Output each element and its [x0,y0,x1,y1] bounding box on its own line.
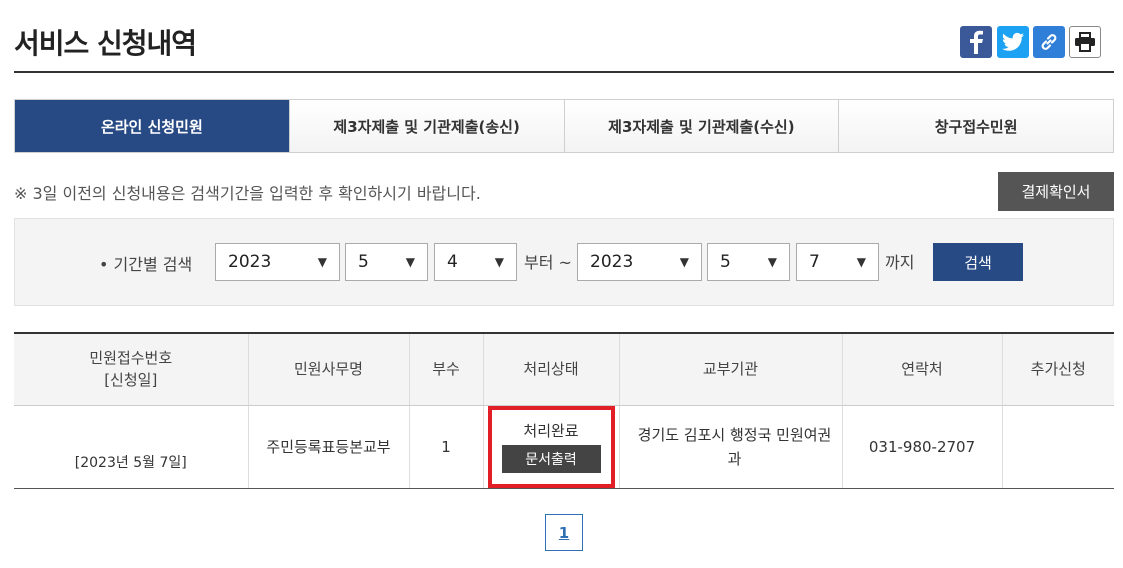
pagination-page-1[interactable]: 1 [545,514,583,551]
page-title: 서비스 신청내역 [14,27,197,60]
chevron-down-icon: ▼ [494,255,504,269]
from-suffix-text: 부터 ~ [524,253,572,272]
title-divider [14,71,1114,73]
from-day-select[interactable]: 4 ▼ [434,243,517,281]
to-suffix-text: 까지 [885,253,915,272]
print-icon [1075,32,1095,52]
tab-counter-application[interactable]: 창구접수민원 [838,100,1113,152]
status-highlight-box: 처리완료 문서출력 [487,405,615,488]
tab-third-party-received[interactable]: 제3자제출 및 기관제출(수신) [563,100,839,152]
twitter-share-button[interactable] [997,26,1029,58]
twitter-icon [1002,32,1024,51]
cell-status: 처리완료 문서출력 [482,405,619,489]
cell-issuing-org: 경기도 김포시 행정국 민원여권과 [618,405,842,489]
from-month-value: 5 [358,252,369,272]
to-month-value: 5 [720,252,731,272]
copy-link-button[interactable] [1033,26,1065,58]
cell-extra-application [1001,405,1114,489]
chevron-down-icon: ▼ [317,255,327,269]
table-row: [2023년 5월 7일] 주민등록표등본교부 1 처리완료 문서출력 경기도 … [14,405,1114,489]
print-document-button[interactable]: 문서출력 [501,445,601,473]
from-year-value: 2023 [228,252,272,272]
facebook-icon [970,30,983,54]
table-header-row: 민원접수번호 [신청일] 민원사무명 부수 처리상태 교부기관 연락처 추가신청 [14,333,1114,406]
search-period-notice: ※ 3일 이전의 신청내용은 검색기간을 입력한 후 확인하시기 바랍니다. [14,184,481,203]
chevron-down-icon: ▼ [405,255,415,269]
facebook-share-button[interactable] [960,26,992,58]
to-day-value: 7 [809,252,820,272]
to-day-select[interactable]: 7 ▼ [796,243,879,281]
tab-bar: 온라인 신청민원 제3자제출 및 기관제출(송신) 제3자제출 및 기관제출(수… [14,99,1114,153]
to-year-value: 2023 [590,252,634,272]
from-year-select[interactable]: 2023 ▼ [215,243,340,281]
payment-confirmation-button[interactable]: 결제확인서 [998,172,1114,211]
link-icon [1041,34,1057,50]
chevron-down-icon: ▼ [767,255,777,269]
cell-service-name: 주민등록표등본교부 [247,405,409,489]
search-panel: • 기간별 검색 2023 ▼ 5 ▼ 4 ▼ 부터 ~ 2023 ▼ 5 ▼ … [14,218,1114,306]
cell-contact: 031-980-2707 [841,405,1002,489]
header-status: 처리상태 [482,333,619,406]
chevron-down-icon: ▼ [679,255,689,269]
status-text: 처리완료 [523,422,579,440]
tab-third-party-sent[interactable]: 제3자제출 및 기관제출(송신) [288,100,564,152]
from-month-select[interactable]: 5 ▼ [345,243,428,281]
print-button[interactable] [1069,26,1101,58]
to-month-select[interactable]: 5 ▼ [707,243,790,281]
application-table: 민원접수번호 [신청일] 민원사무명 부수 처리상태 교부기관 연락처 추가신청… [14,332,1114,489]
header-receipt-number-line1: 민원접수번호 [89,348,173,367]
header-issuing-org: 교부기관 [618,333,842,406]
cell-copies: 1 [408,405,483,489]
header-extra-application: 추가신청 [1001,333,1114,406]
from-day-value: 4 [447,252,458,272]
header-receipt-number-line2: [신청일] [104,371,158,390]
to-year-select[interactable]: 2023 ▼ [577,243,702,281]
chevron-down-icon: ▼ [856,255,866,269]
header-contact: 연락처 [841,333,1002,406]
header-copies: 부수 [408,333,483,406]
search-button[interactable]: 검색 [933,243,1023,281]
header-service-name: 민원사무명 [247,333,409,406]
period-search-label: • 기간별 검색 [99,255,193,274]
cell-application-date: [2023년 5월 7일] [14,405,248,489]
tab-online-application[interactable]: 온라인 신청민원 [15,100,289,152]
header-receipt-number: 민원접수번호 [신청일] [14,333,248,406]
